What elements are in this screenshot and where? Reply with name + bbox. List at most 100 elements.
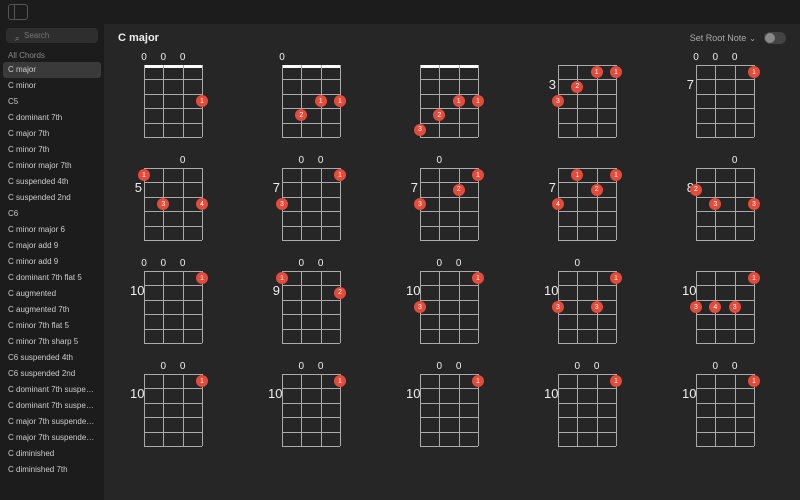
fret-line xyxy=(282,123,340,124)
start-fret-label: 10 xyxy=(406,283,418,298)
chord-diagram[interactable]: 33211 xyxy=(532,52,642,137)
finger-dot: 1 xyxy=(196,375,208,387)
start-fret-label: 5 xyxy=(130,180,142,195)
open-string-marker: 0 xyxy=(710,52,720,63)
open-string-marker: 0 xyxy=(178,155,188,166)
sidebar-item[interactable]: C augmented xyxy=(0,286,104,302)
sidebar-item[interactable]: C diminished xyxy=(0,446,104,462)
sidebar-item[interactable]: C minor 7th flat 5 xyxy=(0,318,104,334)
string-line xyxy=(439,374,440,446)
chord-diagram[interactable]: 00101 xyxy=(532,361,642,446)
open-string-marker: 0 xyxy=(710,361,720,372)
sidebar-item[interactable]: C minor add 9 xyxy=(0,254,104,270)
finger-dot: 1 xyxy=(748,66,760,78)
fret-line xyxy=(420,329,478,330)
set-root-note-dropdown[interactable]: Set Root Note ⌄ xyxy=(690,33,756,43)
start-fret-label: 9 xyxy=(268,283,280,298)
fretboard-wrap: 211 xyxy=(282,65,340,137)
fretboard-wrap: 101 xyxy=(282,374,340,446)
sidebar-item[interactable]: C dominant 7th suspende... xyxy=(0,398,104,414)
open-string-marker: 0 xyxy=(277,52,287,63)
chord-diagram[interactable]: 3211 xyxy=(394,52,504,137)
sidebar-item[interactable]: C suspended 4th xyxy=(0,174,104,190)
fretboard: 1 xyxy=(144,374,202,446)
fret-line xyxy=(420,137,478,138)
sidebar-item[interactable]: C6 suspended 4th xyxy=(0,350,104,366)
sidebar-item[interactable]: C major 7th xyxy=(0,126,104,142)
open-string-marker: 0 xyxy=(434,361,444,372)
chord-diagram[interactable]: 00731 xyxy=(256,155,366,240)
chord-diagram[interactable]: 00101 xyxy=(394,361,504,446)
sidebar-item[interactable]: C diminished 7th xyxy=(0,462,104,478)
fretboard-wrap: 71 xyxy=(696,65,754,137)
nut xyxy=(282,65,340,68)
chord-diagram[interactable]: 103431 xyxy=(670,258,780,343)
sidebar-item[interactable]: C dominant 7th suspende... xyxy=(0,382,104,398)
chord-diagram[interactable]: 0001 xyxy=(118,52,228,137)
sidebar-item[interactable]: C5 xyxy=(0,94,104,110)
header-row: C major Set Root Note ⌄ xyxy=(118,32,786,44)
sidebar-section-label: All Chords xyxy=(0,47,104,62)
chord-diagram[interactable]: 07321 xyxy=(394,155,504,240)
sidebar-item[interactable]: C major 7th suspended 2nd xyxy=(0,430,104,446)
finger-dot: 3 xyxy=(729,301,741,313)
fret-line xyxy=(144,285,202,286)
string-line xyxy=(715,65,716,137)
string-line xyxy=(577,271,578,343)
sidebar-item[interactable]: C minor xyxy=(0,78,104,94)
fretboard: 321 xyxy=(420,168,478,240)
string-line xyxy=(144,271,145,343)
sidebar-item[interactable]: C6 suspended 2nd xyxy=(0,366,104,382)
chord-diagram[interactable]: 0211 xyxy=(256,52,366,137)
search-input[interactable] xyxy=(6,28,98,43)
chord-diagram[interactable]: 00912 xyxy=(256,258,366,343)
fret-line xyxy=(144,343,202,344)
chord-diagram[interactable]: 000101 xyxy=(118,258,228,343)
open-string-row: 0 xyxy=(282,52,340,64)
nut xyxy=(420,168,478,169)
start-fret-label: 10 xyxy=(544,283,556,298)
open-string-marker: 0 xyxy=(316,258,326,269)
fret-line xyxy=(282,388,340,389)
finger-dot: 4 xyxy=(552,198,564,210)
toggle-switch[interactable] xyxy=(764,32,786,44)
finger-dot: 3 xyxy=(709,198,721,210)
sidebar-item[interactable]: C major 7th suspended 4th xyxy=(0,414,104,430)
chord-diagram[interactable]: 001031 xyxy=(394,258,504,343)
sidebar-item[interactable]: C major add 9 xyxy=(0,238,104,254)
nut xyxy=(282,271,340,272)
sidebar-item[interactable]: C minor major 7th xyxy=(0,158,104,174)
string-line xyxy=(597,374,598,446)
chord-diagram[interactable]: 05134 xyxy=(118,155,228,240)
sidebar-item[interactable]: C minor 7th xyxy=(0,142,104,158)
chord-diagram[interactable]: 08233 xyxy=(670,155,780,240)
chord-diagram[interactable]: 00101 xyxy=(670,361,780,446)
fret-line xyxy=(558,300,616,301)
fret-line xyxy=(420,123,478,124)
sidebar-item[interactable]: C minor major 6 xyxy=(0,222,104,238)
start-fret-label: 10 xyxy=(268,386,280,401)
chord-diagram[interactable]: 010331 xyxy=(532,258,642,343)
sidebar-item[interactable]: C augmented 7th xyxy=(0,302,104,318)
chord-diagram[interactable]: 00101 xyxy=(118,361,228,446)
sidebar-toggle-icon[interactable] xyxy=(8,4,28,20)
sidebar-item[interactable]: C6 xyxy=(0,206,104,222)
fretboard: 1 xyxy=(696,374,754,446)
sidebar-item[interactable]: C dominant 7th xyxy=(0,110,104,126)
sidebar-item[interactable]: C suspended 2nd xyxy=(0,190,104,206)
sidebar-item[interactable]: C dominant 7th flat 5 xyxy=(0,270,104,286)
chord-diagram[interactable]: 74121 xyxy=(532,155,642,240)
sidebar-item[interactable]: C minor 7th sharp 5 xyxy=(0,334,104,350)
sidebar-item[interactable]: C major xyxy=(3,62,101,78)
finger-dot: 1 xyxy=(196,272,208,284)
fretboard: 233 xyxy=(696,168,754,240)
fretboard: 1 xyxy=(696,65,754,137)
chord-diagram[interactable]: 00071 xyxy=(670,52,780,137)
nut xyxy=(144,168,202,169)
fret-line xyxy=(558,314,616,315)
chord-diagram[interactable]: 00101 xyxy=(256,361,366,446)
open-string-row xyxy=(696,258,754,270)
header-controls: Set Root Note ⌄ xyxy=(690,32,786,44)
open-string-marker: 0 xyxy=(454,361,464,372)
open-string-row: 00 xyxy=(420,258,478,270)
